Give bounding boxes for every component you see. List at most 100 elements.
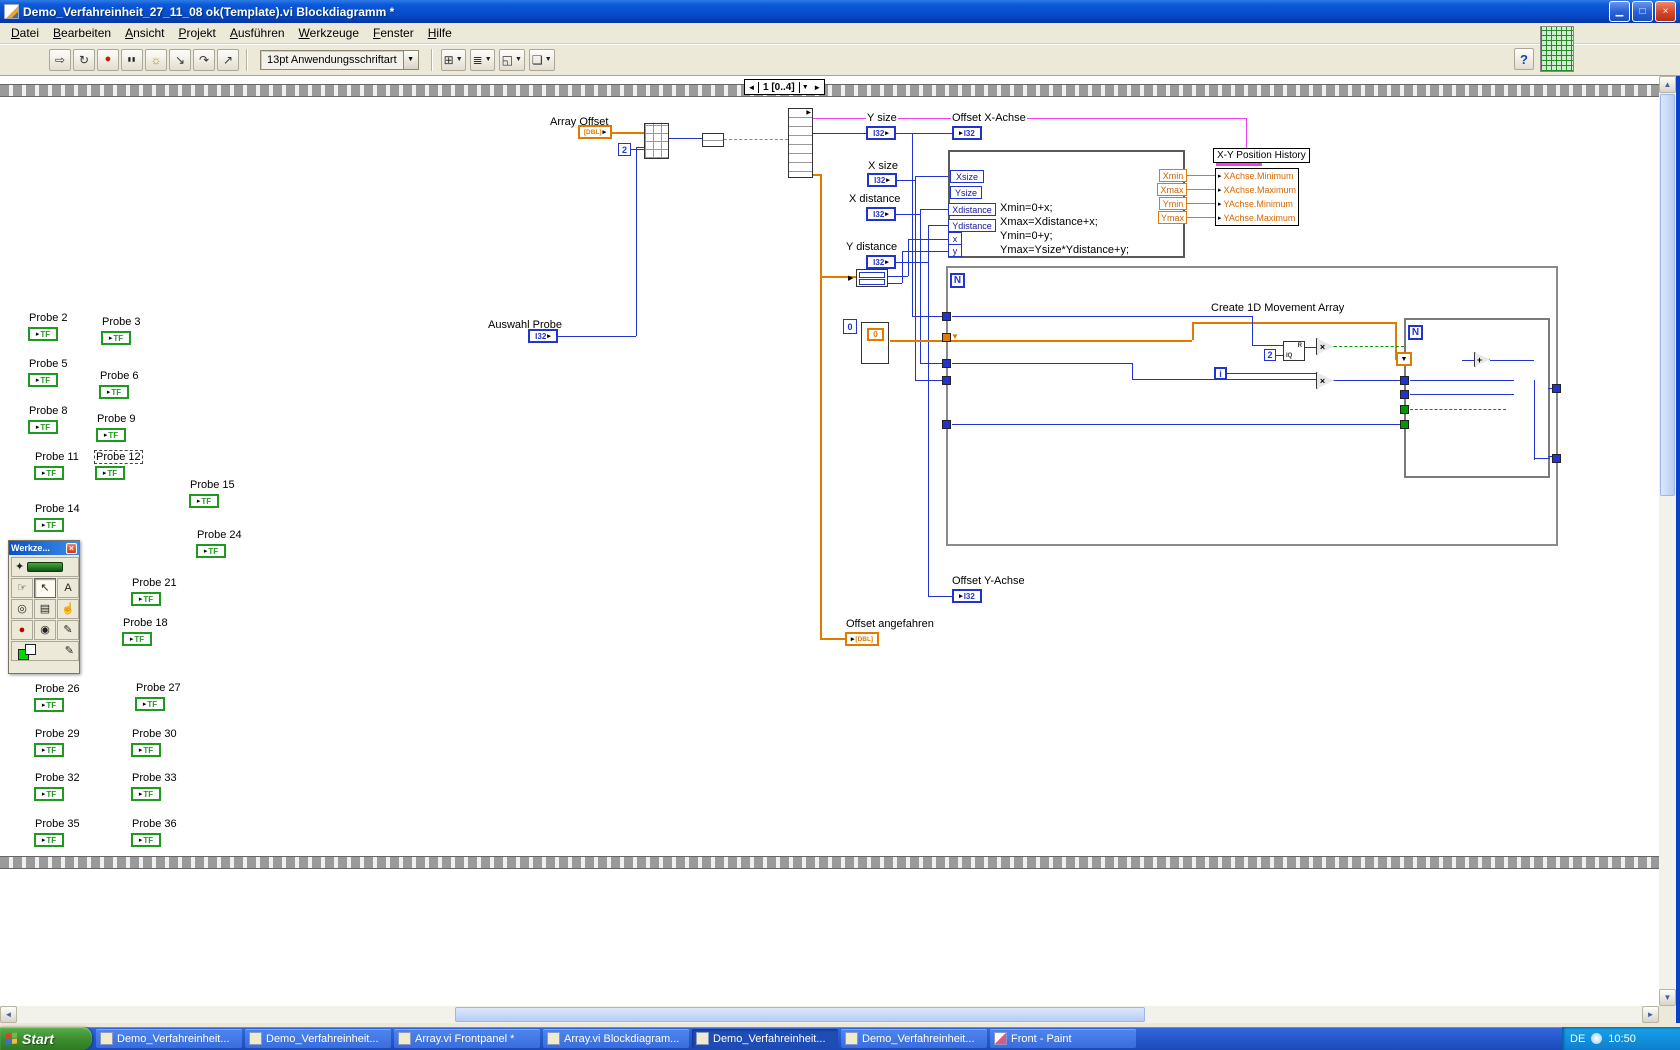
y-distance-label[interactable]: Y distance: [845, 241, 899, 254]
formula-input[interactable]: y: [948, 244, 962, 257]
offset-y-achse-label[interactable]: Offset Y-Achse: [951, 575, 1026, 588]
probe-label[interactable]: Probe 8: [28, 405, 69, 417]
horizontal-scroll-thumb[interactable]: [455, 1007, 1145, 1022]
boolean-terminal[interactable]: ▸ TF: [34, 698, 64, 712]
boolean-terminal[interactable]: ▸ TF: [34, 466, 64, 480]
probe-label[interactable]: Probe 18: [122, 617, 169, 629]
probe-label[interactable]: Probe 15: [189, 479, 236, 491]
formula-input[interactable]: Ysize: [950, 186, 982, 199]
run-button[interactable]: ⇨: [49, 48, 71, 71]
resize-objects-dropdown[interactable]: ◱ ▼: [498, 48, 525, 71]
sequence-frame-bottom[interactable]: [0, 856, 1659, 869]
probe-label[interactable]: Probe 26: [34, 683, 81, 695]
x-distance-terminal[interactable]: I32 ▸: [866, 207, 896, 221]
y-size-label[interactable]: Y size: [866, 112, 898, 125]
formula-input[interactable]: Xdistance: [948, 203, 996, 216]
build-array-node[interactable]: [702, 133, 724, 147]
loop-iteration-terminal[interactable]: i: [1214, 367, 1227, 380]
boolean-terminal[interactable]: ▸ TF: [196, 544, 226, 558]
probe-label[interactable]: Probe 29: [34, 728, 81, 740]
boolean-terminal[interactable]: ▸ TF: [101, 331, 131, 345]
menu-item[interactable]: Projekt: [171, 24, 222, 42]
scroll-tool[interactable]: ☝: [57, 599, 79, 619]
numeric-constant-2[interactable]: 2: [618, 143, 631, 156]
probe-indicator[interactable]: Probe 26 ▸ TF: [34, 679, 81, 712]
probe-label[interactable]: Probe 11: [34, 451, 80, 463]
quotient-remainder-node[interactable]: R IQ: [1283, 341, 1305, 361]
array-constant[interactable]: 0: [861, 322, 889, 364]
help-button[interactable]: ?: [1514, 48, 1534, 70]
property-item[interactable]: ▸ XAchse.Maximum: [1216, 183, 1298, 197]
boolean-terminal[interactable]: ▸ TF: [131, 787, 161, 801]
palette-close-button[interactable]: ×: [66, 542, 77, 554]
font-selector-dropdown-icon[interactable]: ▼: [402, 50, 418, 69]
taskbar-button[interactable]: Demo_Verfahreinheit...: [245, 1029, 391, 1048]
abort-button[interactable]: ●: [97, 48, 119, 71]
boolean-terminal[interactable]: ▸ TF: [34, 833, 64, 847]
inner-loop-count-terminal[interactable]: N: [1408, 325, 1423, 340]
operate-tool[interactable]: ☞: [11, 578, 33, 598]
taskbar-button[interactable]: Demo_Verfahreinheit...: [841, 1029, 987, 1048]
y-distance-terminal[interactable]: I32 ▸: [866, 255, 896, 269]
formula-output[interactable]: Ymax: [1158, 211, 1187, 224]
position-tool[interactable]: ↖: [34, 578, 56, 598]
offset-y-achse-terminal[interactable]: ▸ I32: [952, 589, 982, 603]
distribute-objects-dropdown[interactable]: ≣ ▼: [469, 48, 495, 71]
tools-palette-titlebar[interactable]: Werkze... ×: [9, 541, 79, 555]
boolean-terminal[interactable]: ▸ TF: [122, 632, 152, 646]
xy-position-history-property-node[interactable]: ▸ XAchse.Minimum ▸ XAchse.Maximum ▸ YAch…: [1215, 168, 1299, 226]
probe-indicator[interactable]: Probe 11 ▸ TF: [34, 447, 80, 480]
menu-item[interactable]: Ausführen: [223, 24, 292, 42]
close-button[interactable]: ×: [1655, 1, 1676, 22]
case-selector-terminal[interactable]: ▼: [1396, 352, 1412, 366]
numeric-constant-2b[interactable]: 2: [1264, 349, 1276, 361]
sequence-frame-top[interactable]: [0, 84, 1659, 97]
property-item[interactable]: ▸ YAchse.Maximum: [1216, 211, 1298, 225]
probe-label[interactable]: Probe 30: [131, 728, 178, 740]
probe-label[interactable]: Probe 32: [34, 772, 81, 784]
probe-indicator[interactable]: Probe 36 ▸ TF: [131, 814, 178, 847]
reorder-dropdown[interactable]: ❏ ▼: [528, 48, 555, 71]
vi-icon[interactable]: [1540, 26, 1574, 72]
property-item[interactable]: ▸ YAchse.Minimum: [1216, 197, 1298, 211]
offset-angefahren-label[interactable]: Offset angefahren: [845, 618, 935, 631]
menu-item[interactable]: Fenster: [366, 24, 421, 42]
step-over-button[interactable]: ↷: [193, 48, 215, 71]
wire-tool[interactable]: ◎: [11, 599, 33, 619]
boolean-terminal[interactable]: ▸ TF: [96, 428, 126, 442]
probe-indicator[interactable]: Probe 32 ▸ TF: [34, 768, 81, 801]
boolean-terminal[interactable]: ▸ TF: [95, 466, 125, 480]
probe-indicator[interactable]: Probe 6 ▸ TF: [99, 366, 140, 399]
boolean-terminal[interactable]: ▸ TF: [28, 327, 58, 341]
scroll-left-button[interactable]: ◄: [0, 1006, 17, 1023]
probe-indicator[interactable]: Probe 5 ▸ TF: [28, 354, 69, 387]
probe-tool[interactable]: ◉: [34, 620, 56, 640]
language-indicator[interactable]: DE: [1570, 1033, 1585, 1045]
index-array-node[interactable]: [644, 123, 669, 159]
probe-indicator[interactable]: Probe 2 ▸ TF: [28, 308, 69, 341]
taskbar-button[interactable]: Demo_Verfahreinheit...: [96, 1029, 242, 1048]
taskbar-button[interactable]: Array.vi Blockdiagram...: [543, 1029, 689, 1048]
probe-label[interactable]: Probe 2: [28, 312, 69, 324]
menu-item[interactable]: Datei: [4, 24, 46, 42]
taskbar-button[interactable]: Front - Paint: [990, 1029, 1136, 1048]
probe-indicator[interactable]: Probe 29 ▸ TF: [34, 724, 81, 757]
formula-input[interactable]: Ydistance: [948, 219, 996, 232]
sequence-prev-button[interactable]: ◄: [745, 83, 758, 92]
probe-label[interactable]: Probe 3: [101, 316, 142, 328]
offset-angefahren-terminal[interactable]: ▸ [DBL]: [845, 632, 879, 646]
formula-input[interactable]: Xsize: [950, 170, 984, 183]
x-size-label[interactable]: X size: [867, 160, 899, 173]
start-button[interactable]: Start: [0, 1027, 92, 1050]
boolean-terminal[interactable]: ▸ TF: [131, 833, 161, 847]
y-size-terminal[interactable]: I32 ▸: [866, 126, 896, 140]
index-array-expanded-node[interactable]: ▶: [788, 108, 813, 178]
boolean-terminal[interactable]: ▸ TF: [189, 494, 219, 508]
probe-label[interactable]: Probe 9: [96, 413, 137, 425]
probe-indicator[interactable]: Probe 30 ▸ TF: [131, 724, 178, 757]
probe-indicator[interactable]: Probe 27 ▸ TF: [135, 678, 182, 711]
inner-loop-structure[interactable]: [1404, 318, 1550, 478]
vertical-scroll-thumb[interactable]: [1660, 94, 1675, 496]
probe-label[interactable]: Probe 5: [28, 358, 69, 370]
step-into-button[interactable]: ↘: [169, 48, 191, 71]
